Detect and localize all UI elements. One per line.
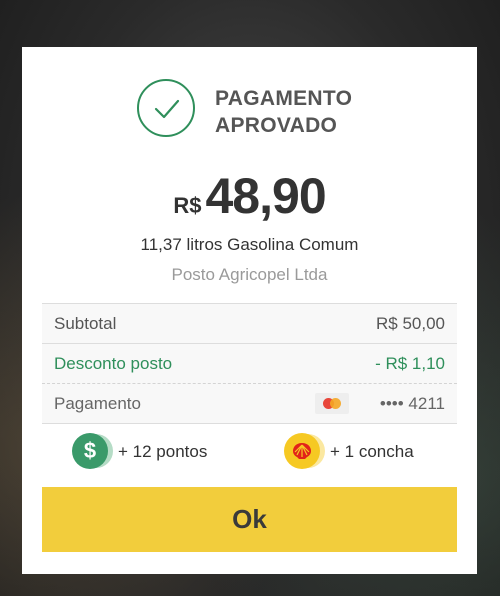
- payment-label: Pagamento: [54, 394, 141, 413]
- ok-button[interactable]: Ok: [42, 487, 457, 552]
- check-circle-icon: [137, 79, 195, 137]
- discount-value: - R$ 1,10: [375, 354, 445, 373]
- station-name: Posto Agricopel Ltda: [171, 265, 328, 284]
- total-amount: R$48,90: [22, 167, 477, 224]
- dialog-header: PAGAMENTO APROVADO: [22, 47, 477, 167]
- card-number: •••• 4211: [379, 394, 445, 413]
- rewards-row: $ + 12 pontos + 1 concha: [42, 423, 457, 479]
- discount-row: Desconto posto - R$ 1,10: [42, 343, 457, 383]
- subtotal-label: Subtotal: [54, 314, 117, 333]
- amount-value: 48,90: [205, 168, 327, 224]
- points-earned: + 12 pontos: [118, 442, 208, 461]
- fuel-details: 11,37 litros Gasolina Comum: [140, 235, 359, 254]
- shells-earned: + 1 concha: [330, 442, 414, 461]
- subtotal-row: Subtotal R$ 50,00: [42, 303, 457, 343]
- shell-coin-icon: [284, 433, 320, 469]
- subtotal-value: R$ 50,00: [376, 314, 445, 333]
- status-title: PAGAMENTO APROVADO: [215, 87, 353, 137]
- payment-confirmation-dialog: PAGAMENTO APROVADO R$48,90 11,37 litros …: [22, 47, 477, 574]
- dollar-coin-icon: $: [72, 433, 108, 469]
- payment-row: Pagamento •••• 4211: [42, 383, 457, 423]
- mastercard-icon: [315, 393, 349, 414]
- discount-label: Desconto posto: [54, 354, 173, 373]
- currency-symbol: R$: [173, 193, 202, 218]
